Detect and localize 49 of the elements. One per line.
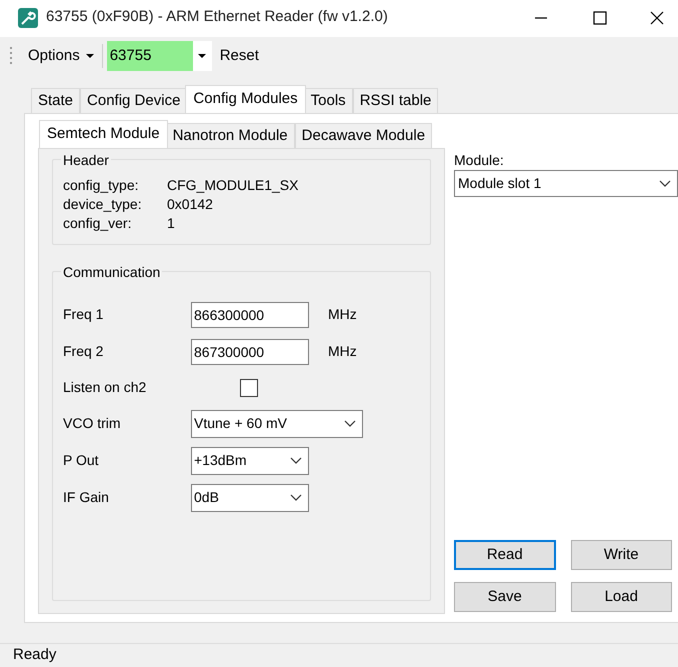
tab[interactable]: State — [31, 88, 80, 113]
field-label: device_type: — [63, 195, 143, 214]
field-label: Freq 2 — [63, 342, 104, 361]
button[interactable]: Read — [454, 540, 556, 570]
unit-label: MHz — [328, 305, 357, 324]
input-field[interactable]: 866300000 — [191, 302, 309, 328]
module-label: Module: — [454, 151, 505, 170]
tab[interactable]: Config Device — [80, 88, 188, 113]
input-field[interactable]: 867300000 — [191, 338, 309, 364]
field-label: VCO trim — [63, 414, 122, 433]
tab[interactable]: Nanotron Module — [166, 123, 295, 148]
checkbox[interactable] — [240, 378, 258, 396]
field-label: config_ver: — [63, 214, 132, 233]
options-menu[interactable]: Options — [28, 44, 94, 68]
field-label: Freq 1 — [63, 305, 104, 324]
button[interactable]: Write — [570, 540, 672, 570]
caret-icon — [198, 54, 206, 58]
window-title: 63755 (0xF90B) - ARM Ethernet Reader (fw v1.2.0) — [46, 7, 388, 28]
module-dropdown[interactable]: Module slot 1 — [454, 170, 678, 197]
chevron-down-icon — [344, 420, 356, 427]
close-icon[interactable] — [650, 10, 664, 24]
reset-button[interactable]: Reset — [220, 44, 259, 68]
field-label: config_type: — [63, 176, 140, 195]
field-label: P Out — [63, 451, 100, 470]
button[interactable]: Load — [570, 582, 672, 612]
tab[interactable]: Semtech Module — [39, 120, 168, 148]
field-value: 1 — [167, 214, 175, 233]
dropdown[interactable]: +13dBm — [191, 446, 309, 474]
field-label: Listen on ch2 — [63, 378, 148, 397]
device-combo[interactable]: 63755 — [106, 41, 212, 71]
chevron-down-icon — [290, 457, 302, 464]
toolbar-grip-icon — [10, 46, 13, 66]
tab[interactable]: Decawave Module — [294, 123, 432, 148]
chevron-down-icon — [290, 494, 302, 501]
field-label: IF Gain — [63, 488, 110, 507]
button[interactable]: Save — [454, 582, 556, 612]
maximize-icon[interactable] — [593, 10, 607, 24]
chevron-down-icon — [659, 180, 671, 187]
tab[interactable]: Config Modules — [185, 85, 306, 113]
wrench-icon — [18, 8, 38, 28]
dropdown[interactable]: Vtune + 60 mV — [191, 410, 363, 438]
field-value: CFG_MODULE1_SX — [167, 176, 298, 195]
unit-label: MHz — [328, 342, 357, 361]
field-value: 0x0142 — [167, 195, 213, 214]
tab[interactable]: Tools — [304, 88, 353, 113]
dropdown[interactable]: 0dB — [191, 484, 309, 512]
tab[interactable]: RSSI table — [352, 88, 438, 113]
status-text: Ready — [13, 645, 56, 666]
caret-icon — [86, 54, 94, 58]
